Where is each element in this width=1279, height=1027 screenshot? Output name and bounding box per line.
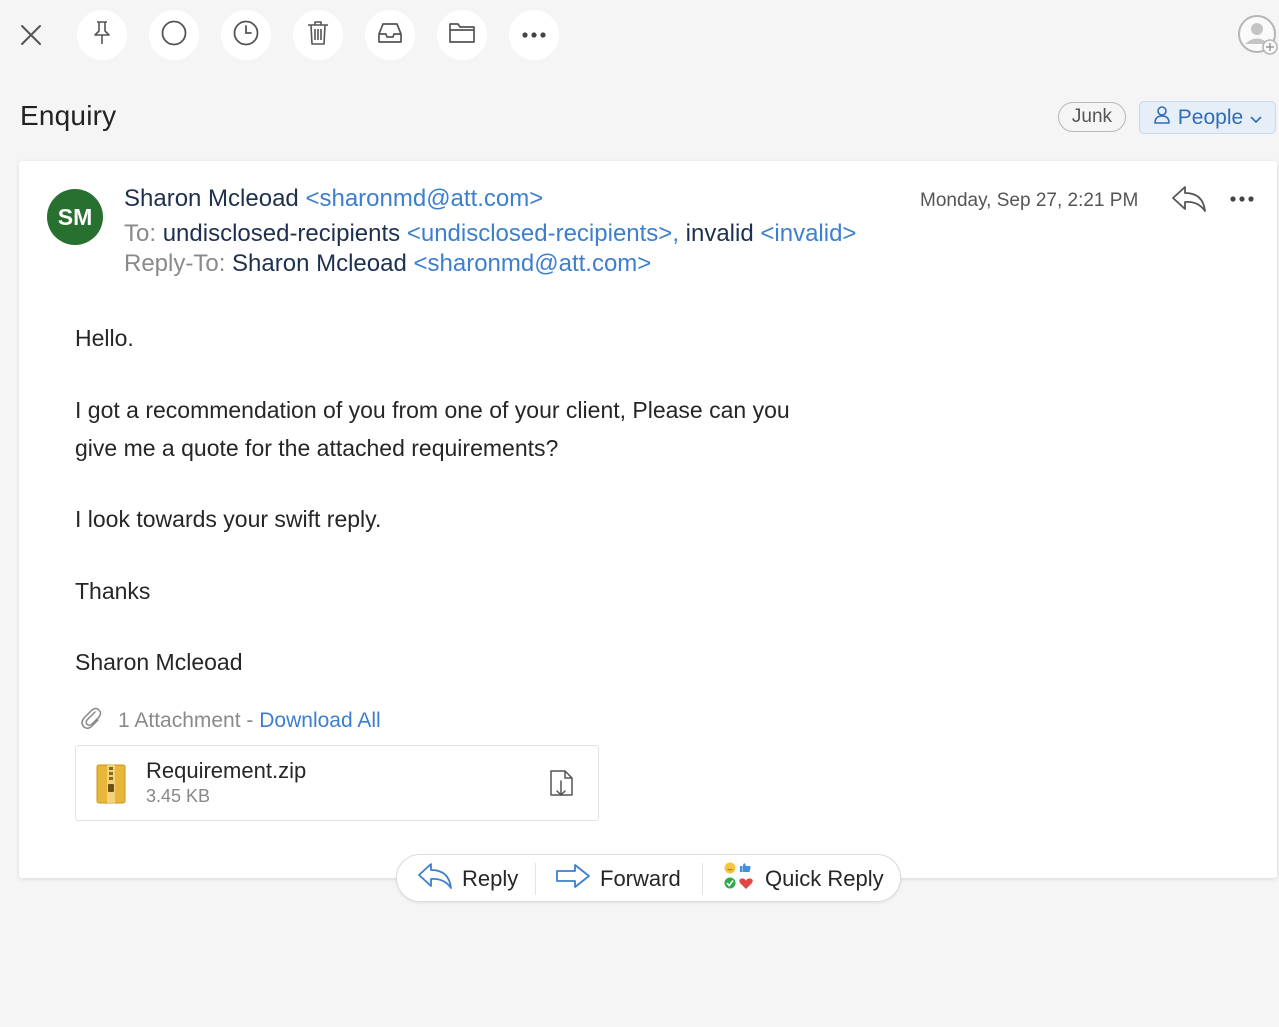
- email-subject: Enquiry: [20, 100, 117, 131]
- forward-arrow-icon: [555, 862, 591, 896]
- trash-icon: [305, 19, 331, 52]
- quick-reply-label: Quick Reply: [765, 866, 884, 891]
- from-line: Sharon Mcleoad <sharonmd@att.com>: [124, 185, 543, 213]
- delete-button[interactable]: [293, 10, 343, 60]
- body-thanks: Thanks: [75, 578, 151, 604]
- to-recipient-address-1[interactable]: <undisclosed-recipients>,: [407, 220, 679, 247]
- reply-to-name[interactable]: Sharon Mcleoad: [232, 250, 407, 277]
- reply-to-label: Reply-To:: [124, 250, 226, 277]
- to-recipient-name-1[interactable]: undisclosed-recipients: [163, 220, 400, 247]
- close-icon[interactable]: [14, 18, 48, 52]
- message-more-icon[interactable]: [1223, 184, 1261, 214]
- more-actions-button[interactable]: [509, 10, 559, 60]
- pin-icon: [90, 20, 114, 51]
- to-label: To:: [124, 220, 157, 247]
- inbox-icon: [376, 20, 404, 51]
- attachment-file-name: Requirement.zip: [146, 758, 307, 783]
- people-tag[interactable]: People: [1139, 101, 1276, 134]
- message-date: Monday, Sep 27, 2:21 PM: [920, 190, 1139, 211]
- people-label: People: [1177, 105, 1244, 129]
- circle-icon: [160, 19, 188, 52]
- action-divider: [702, 863, 703, 895]
- body-paragraph: I look towards your swift reply.: [75, 506, 382, 532]
- reply-action-bar: Reply Forward Quick Reply: [396, 854, 901, 902]
- clock-icon: [232, 19, 260, 52]
- quick-reply-emoji-icon: [722, 861, 756, 897]
- reply-button[interactable]: Reply: [417, 855, 518, 903]
- action-divider: [535, 863, 536, 895]
- reply-to-line: Reply-To: Sharon Mcleoad <sharonmd@att.c…: [124, 250, 651, 278]
- chevron-down-icon: [1250, 106, 1262, 130]
- to-recipient-name-2[interactable]: invalid: [686, 220, 754, 247]
- attachment-count: 1 Attachment -: [118, 709, 254, 732]
- quick-reply-button[interactable]: Quick Reply: [722, 855, 884, 903]
- folder-icon: [447, 20, 477, 51]
- reply-arrow-icon: [417, 861, 453, 897]
- zip-file-icon: [96, 764, 126, 804]
- reply-to-address[interactable]: <sharonmd@att.com>: [414, 250, 652, 277]
- body-paragraph-line: I got a recommendation of you from one o…: [75, 397, 790, 423]
- sender-name[interactable]: Sharon Mcleoad: [124, 185, 299, 212]
- attachments-header: 1 Attachment - Download All: [78, 705, 381, 737]
- more-icon: [521, 26, 547, 44]
- body-greeting: Hello.: [75, 325, 134, 351]
- forward-label: Forward: [600, 866, 681, 891]
- move-to-folder-button[interactable]: [437, 10, 487, 60]
- mark-unread-button[interactable]: [149, 10, 199, 60]
- paperclip-icon: [78, 705, 104, 737]
- download-icon[interactable]: [548, 768, 578, 802]
- sender-avatar: SM: [47, 189, 103, 245]
- reply-label: Reply: [462, 866, 519, 891]
- reply-icon[interactable]: [1169, 182, 1209, 216]
- junk-tag[interactable]: Junk: [1058, 102, 1126, 132]
- snooze-button[interactable]: [221, 10, 271, 60]
- download-all-link[interactable]: Download All: [259, 709, 380, 732]
- attachment-item[interactable]: Requirement.zip 3.45 KB: [75, 745, 599, 821]
- message-toolbar: [0, 0, 1279, 70]
- person-icon: [1153, 105, 1171, 131]
- to-line: To: undisclosed-recipients <undisclosed-…: [124, 220, 856, 248]
- to-recipient-address-2[interactable]: <invalid>: [760, 220, 856, 247]
- body-paragraph-line: give me a quote for the attached require…: [75, 435, 559, 461]
- forward-button[interactable]: Forward: [555, 855, 681, 903]
- body-signature: Sharon Mcleoad: [75, 649, 243, 675]
- archive-button[interactable]: [365, 10, 415, 60]
- pin-button[interactable]: [77, 10, 127, 60]
- attachment-file-size: 3.45 KB: [146, 786, 211, 806]
- add-contact-icon[interactable]: [1237, 14, 1279, 56]
- sender-address[interactable]: <sharonmd@att.com>: [305, 185, 543, 212]
